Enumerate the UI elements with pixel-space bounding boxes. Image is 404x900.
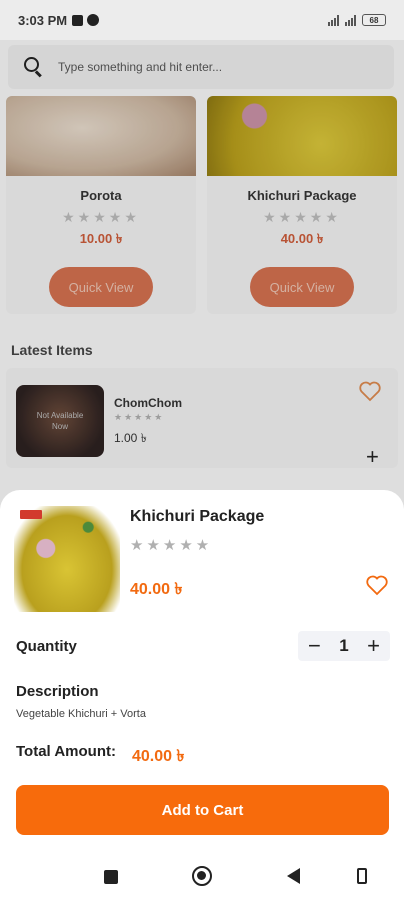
notification-icon [72,14,84,26]
quantity-value: 1 [339,636,349,655]
total-amount-label: Total Amount: [16,743,116,760]
quantity-stepper: − 1 + [298,631,390,661]
description-text: Vegetable Khichuri + Vorta [16,708,146,720]
add-to-cart-button[interactable]: Add to Cart [16,785,389,835]
brand-tag-icon [20,510,42,519]
description-label: Description [16,683,99,700]
increase-quantity-button[interactable]: + [367,635,380,657]
recent-apps-icon[interactable] [104,870,118,884]
battery-icon: 68 [362,14,386,26]
status-indicators: 68 [328,14,386,26]
favorite-heart-icon[interactable] [365,574,389,596]
decrease-quantity-button[interactable]: − [308,635,321,657]
home-icon[interactable] [192,866,212,886]
sheet-product-image [14,506,120,612]
status-bar: 3:03 PM 68 [0,0,404,40]
product-bottom-sheet: Khichuri Package ★★★★★ 40.00 ৳ Quantity … [0,490,404,900]
rotate-icon[interactable] [357,868,367,884]
sheet-product-title: Khichuri Package [130,508,265,525]
status-time: 3:03 PM [18,12,68,28]
signal-icon [328,14,339,26]
quantity-label: Quantity [16,638,77,655]
system-nav-bar [0,858,404,896]
sheet-price: 40.00 ৳ [130,581,183,598]
total-amount-value: 40.00 ৳ [132,748,185,765]
sheet-rating-stars: ★★★★★ [130,537,213,554]
whatsapp-icon [87,14,100,26]
signal-icon-2 [345,14,356,26]
back-icon[interactable] [287,868,300,884]
